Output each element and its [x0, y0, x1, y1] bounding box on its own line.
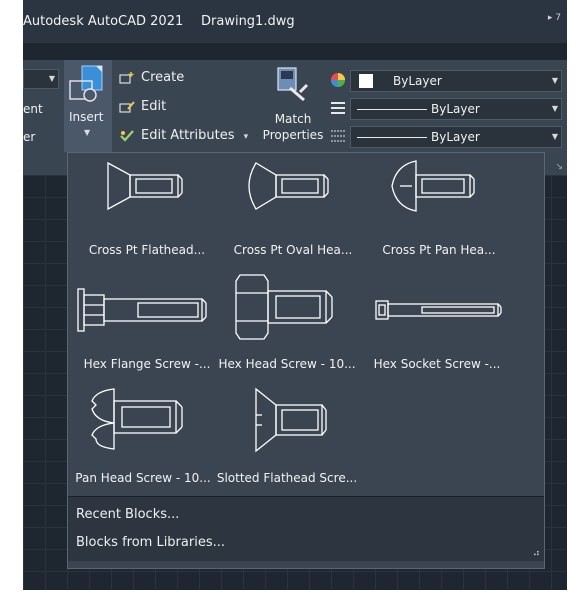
gallery-item-label: Slotted Flathead Scre...: [216, 471, 358, 485]
hex-flange-screw-icon: [77, 288, 207, 332]
cross-pt-flathead-screw-icon: [107, 161, 183, 211]
chevron-down-icon: ▾: [243, 132, 249, 142]
properties-group: ByLayer ▼ ByLayer ▼ ByLayer ▼: [330, 60, 567, 152]
insert-button[interactable]: Insert ▼: [64, 60, 112, 152]
linetype-value: ByLayer: [431, 130, 480, 144]
layer-combo-stub[interactable]: ▼: [23, 69, 59, 89]
gallery-item[interactable]: Cross Pt Flathead...: [74, 157, 220, 265]
chevron-down-icon: ▼: [551, 132, 558, 141]
color-value: ByLayer: [393, 74, 442, 88]
create-label: Create: [141, 70, 185, 85]
gallery-item-label: Pan Head Screw - 10...: [75, 471, 211, 485]
stub-label-2: er: [23, 130, 36, 144]
color-wheel-icon: [331, 73, 345, 87]
insert-block-icon: [69, 65, 103, 102]
insert-label: Insert: [69, 110, 104, 124]
gallery-item[interactable]: Cross Pt Oval Hea...: [220, 157, 366, 265]
app-title: Autodesk AutoCAD 2021: [23, 14, 184, 29]
gallery-item[interactable]: Cross Pt Pan Hea...: [366, 157, 512, 265]
window-controls-glyph[interactable]: ▸ 7: [548, 13, 561, 23]
chevron-down-icon: ▼: [84, 128, 91, 137]
match-properties-icon: [277, 67, 309, 102]
panel-expand-icon[interactable]: ↘: [555, 162, 563, 172]
gallery-item-label: Hex Flange Screw -...: [83, 357, 211, 371]
gallery-item[interactable]: Hex Flange Screw -...: [74, 271, 220, 379]
edit-attributes-button[interactable]: Edit Attributes ▾: [119, 128, 248, 143]
lineweight-property-row: ByLayer ▼: [330, 98, 567, 120]
blocks-from-libraries-item[interactable]: Blocks from Libraries...: [76, 535, 225, 550]
lineweight-icon: [331, 102, 345, 114]
gallery-item[interactable]: Hex Head Screw - 10...: [214, 271, 360, 379]
gallery-item-label: Hex Head Screw - 10...: [218, 357, 356, 371]
chevron-down-icon: ▼: [551, 104, 558, 113]
gallery-item-label: Hex Socket Screw -...: [373, 357, 501, 371]
line-preview: [357, 137, 427, 138]
hex-head-screw-icon: [235, 274, 333, 340]
color-swatch: [359, 74, 373, 88]
hex-socket-screw-icon: [375, 300, 502, 320]
edit-attributes-icon: [120, 129, 134, 142]
chevron-down-icon: ▼: [48, 74, 55, 83]
gallery-item-label: Cross Pt Flathead...: [88, 243, 206, 257]
match-label-1: Match: [274, 112, 312, 126]
create-block-button[interactable]: Create: [119, 70, 184, 85]
color-property-row: ByLayer ▼: [330, 70, 567, 92]
title-bar: Autodesk AutoCAD 2021 Drawing1.dwg ▸ 7: [23, 0, 567, 43]
cross-pt-oval-head-screw-icon: [248, 162, 329, 210]
ribbon-left-stub: ▼ ent er: [23, 60, 63, 175]
color-select[interactable]: ByLayer ▼: [350, 70, 562, 92]
gallery-item-label: Cross Pt Pan Hea...: [382, 243, 496, 257]
linetype-icon: [331, 130, 345, 142]
autocad-window: Autodesk AutoCAD 2021 Drawing1.dwg ▸ 7 ▼…: [23, 0, 567, 590]
linetype-property-row: ByLayer ▼: [330, 126, 567, 148]
resize-grip-icon[interactable]: ⠴: [533, 548, 540, 559]
file-name: Drawing1.dwg: [201, 14, 295, 29]
lineweight-select[interactable]: ByLayer ▼: [350, 98, 562, 120]
slotted-flathead-screw-icon: [255, 387, 327, 453]
edit-attributes-label: Edit Attributes: [141, 128, 235, 143]
edit-label: Edit: [141, 99, 167, 114]
gallery-item[interactable]: Hex Socket Screw -...: [364, 271, 510, 379]
linetype-select[interactable]: ByLayer ▼: [350, 126, 562, 148]
insert-gallery-dropdown: Cross Pt Flathead... Cross Pt Oval Hea..…: [67, 152, 545, 569]
create-block-icon: [119, 71, 134, 84]
block-gallery: Cross Pt Flathead... Cross Pt Oval Hea..…: [68, 153, 544, 495]
gallery-footer-menu: Recent Blocks... Blocks from Libraries..…: [68, 496, 544, 561]
edit-block-button[interactable]: Edit: [119, 99, 166, 114]
pan-head-screw-icon: [91, 388, 183, 450]
cross-pt-pan-head-screw-icon: [391, 160, 475, 212]
recent-blocks-item[interactable]: Recent Blocks...: [76, 507, 179, 522]
stub-label-1: ent: [23, 102, 43, 116]
match-label-2: Properties: [262, 128, 324, 142]
gallery-item-label: Cross Pt Oval Hea...: [233, 243, 353, 257]
chevron-down-icon: ▼: [551, 76, 558, 85]
edit-block-icon: [119, 100, 135, 113]
match-properties-button[interactable]: Match Properties: [258, 60, 328, 152]
gallery-item[interactable]: Slotted Flathead Scre...: [214, 385, 360, 493]
gallery-item[interactable]: Pan Head Screw - 10...: [70, 385, 216, 493]
line-preview: [357, 109, 427, 110]
lineweight-value: ByLayer: [431, 102, 480, 116]
